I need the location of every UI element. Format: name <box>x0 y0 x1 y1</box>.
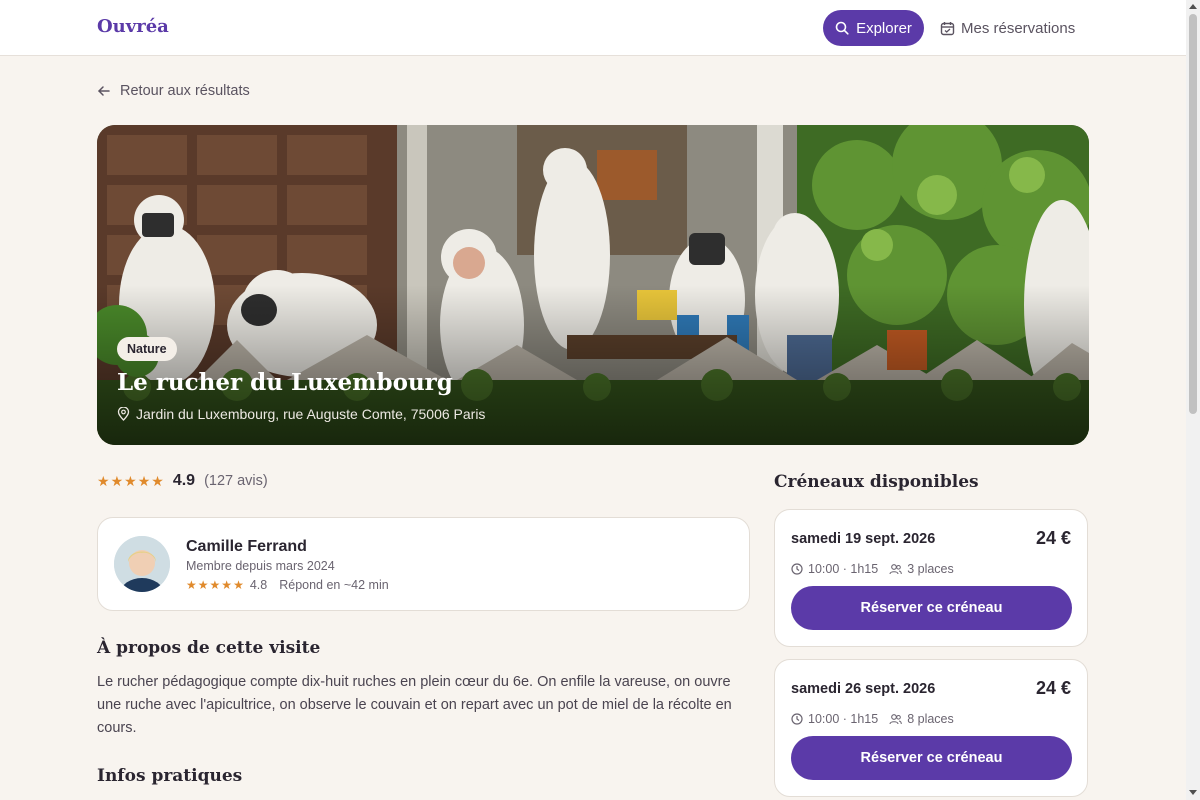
slot-price: 24 € <box>1035 528 1071 548</box>
top-bar: Ouvréa Explorer Mes réservations <box>0 0 1186 56</box>
star-icon: ★ <box>110 473 124 489</box>
slot-time: 10:00 · 1h15 <box>808 562 879 576</box>
practical-info-title: Infos pratiques <box>97 766 243 786</box>
slot-date: samedi 26 sept. 2026 <box>791 681 936 697</box>
star-icon: ★ <box>186 578 197 592</box>
star-icon: ★ <box>151 473 164 489</box>
host-avatar <box>114 536 170 592</box>
activity-rating: ★ ★ ★ ★ ★ 4.9 (127 avis) <box>97 470 268 492</box>
reservations-label: Mes réservations <box>961 19 1076 37</box>
slot-card: samedi 19 sept. 2026 24 € 10:00 · 1h15 3… <box>774 509 1088 647</box>
slot-date: samedi 19 sept. 2026 <box>791 531 936 547</box>
clock-icon <box>791 563 803 575</box>
rating-stars: ★ ★ ★ ★ ★ <box>97 474 164 488</box>
about-text: Le rucher pédagogique compte dix-huit ru… <box>97 674 732 736</box>
host-response-time: Répond en ~42 min <box>279 578 389 592</box>
users-icon <box>889 713 903 725</box>
scroll-thumb[interactable] <box>1189 14 1197 414</box>
star-icon: ★ <box>233 578 244 592</box>
review-count[interactable]: (127 avis) <box>204 473 268 489</box>
star-icon: ★ <box>221 578 233 592</box>
explore-button[interactable]: Explorer <box>823 10 924 46</box>
host-name: Camille Ferrand <box>186 538 307 555</box>
activity-title: Le rucher du Luxembourg <box>117 369 453 396</box>
clock-icon <box>791 713 803 725</box>
location-text: Jardin du Luxembourg, rue Auguste Comte,… <box>136 406 486 422</box>
slot-time: 10:00 · 1h15 <box>808 712 879 726</box>
slot-meta: 10:00 · 1h15 3 places <box>791 562 954 576</box>
explore-label: Explorer <box>856 19 912 37</box>
star-icon: ★ <box>197 578 209 592</box>
reservations-link[interactable]: Mes réservations <box>940 10 1075 46</box>
back-label: Retour aux résultats <box>120 83 250 99</box>
map-pin-icon <box>117 407 130 421</box>
star-icon: ★ <box>209 578 221 592</box>
arrow-left-icon <box>97 84 111 98</box>
slot-places: 8 places <box>907 712 954 726</box>
star-icon: ★ <box>124 473 137 489</box>
scroll-down-arrow-icon[interactable] <box>1189 790 1197 795</box>
about-title: À propos de cette visite <box>97 638 321 658</box>
star-icon: ★ <box>137 473 151 489</box>
search-icon <box>835 21 849 35</box>
scrollbar[interactable] <box>1186 0 1200 800</box>
slot-meta: 10:00 · 1h15 8 places <box>791 712 954 726</box>
scroll-up-arrow-icon[interactable] <box>1189 4 1197 9</box>
host-card[interactable]: Camille Ferrand Membre depuis mars 2024 … <box>97 517 750 611</box>
host-meta: ★ ★ ★ ★ ★ 4.8 Répond en ~42 min <box>186 578 389 592</box>
book-slot-button[interactable]: Réserver ce créneau <box>791 736 1072 780</box>
slot-card: samedi 26 sept. 2026 24 € 10:00 · 1h15 8… <box>774 659 1088 797</box>
star-icon: ★ <box>97 473 110 489</box>
slot-price: 24 € <box>1035 678 1071 698</box>
host-rating-value: 4.8 <box>249 578 268 592</box>
activity-location: Jardin du Luxembourg, rue Auguste Comte,… <box>117 406 485 422</box>
host-rating-stars: ★ ★ ★ ★ ★ <box>186 578 244 592</box>
slot-places: 3 places <box>907 562 954 576</box>
calendar-icon <box>940 21 955 36</box>
host-member-since: Membre depuis mars 2024 <box>186 559 335 573</box>
hero-banner: Nature Le rucher du Luxembourg Jardin du… <box>97 125 1089 445</box>
brand-logo[interactable]: Ouvréa <box>97 16 169 37</box>
rating-value: 4.9 <box>172 472 196 489</box>
book-slot-button[interactable]: Réserver ce créneau <box>791 586 1072 630</box>
category-tag: Nature <box>117 337 177 361</box>
back-to-results-link[interactable]: Retour aux résultats <box>97 81 250 101</box>
slots-title: Créneaux disponibles <box>774 472 979 492</box>
users-icon <box>889 563 903 575</box>
